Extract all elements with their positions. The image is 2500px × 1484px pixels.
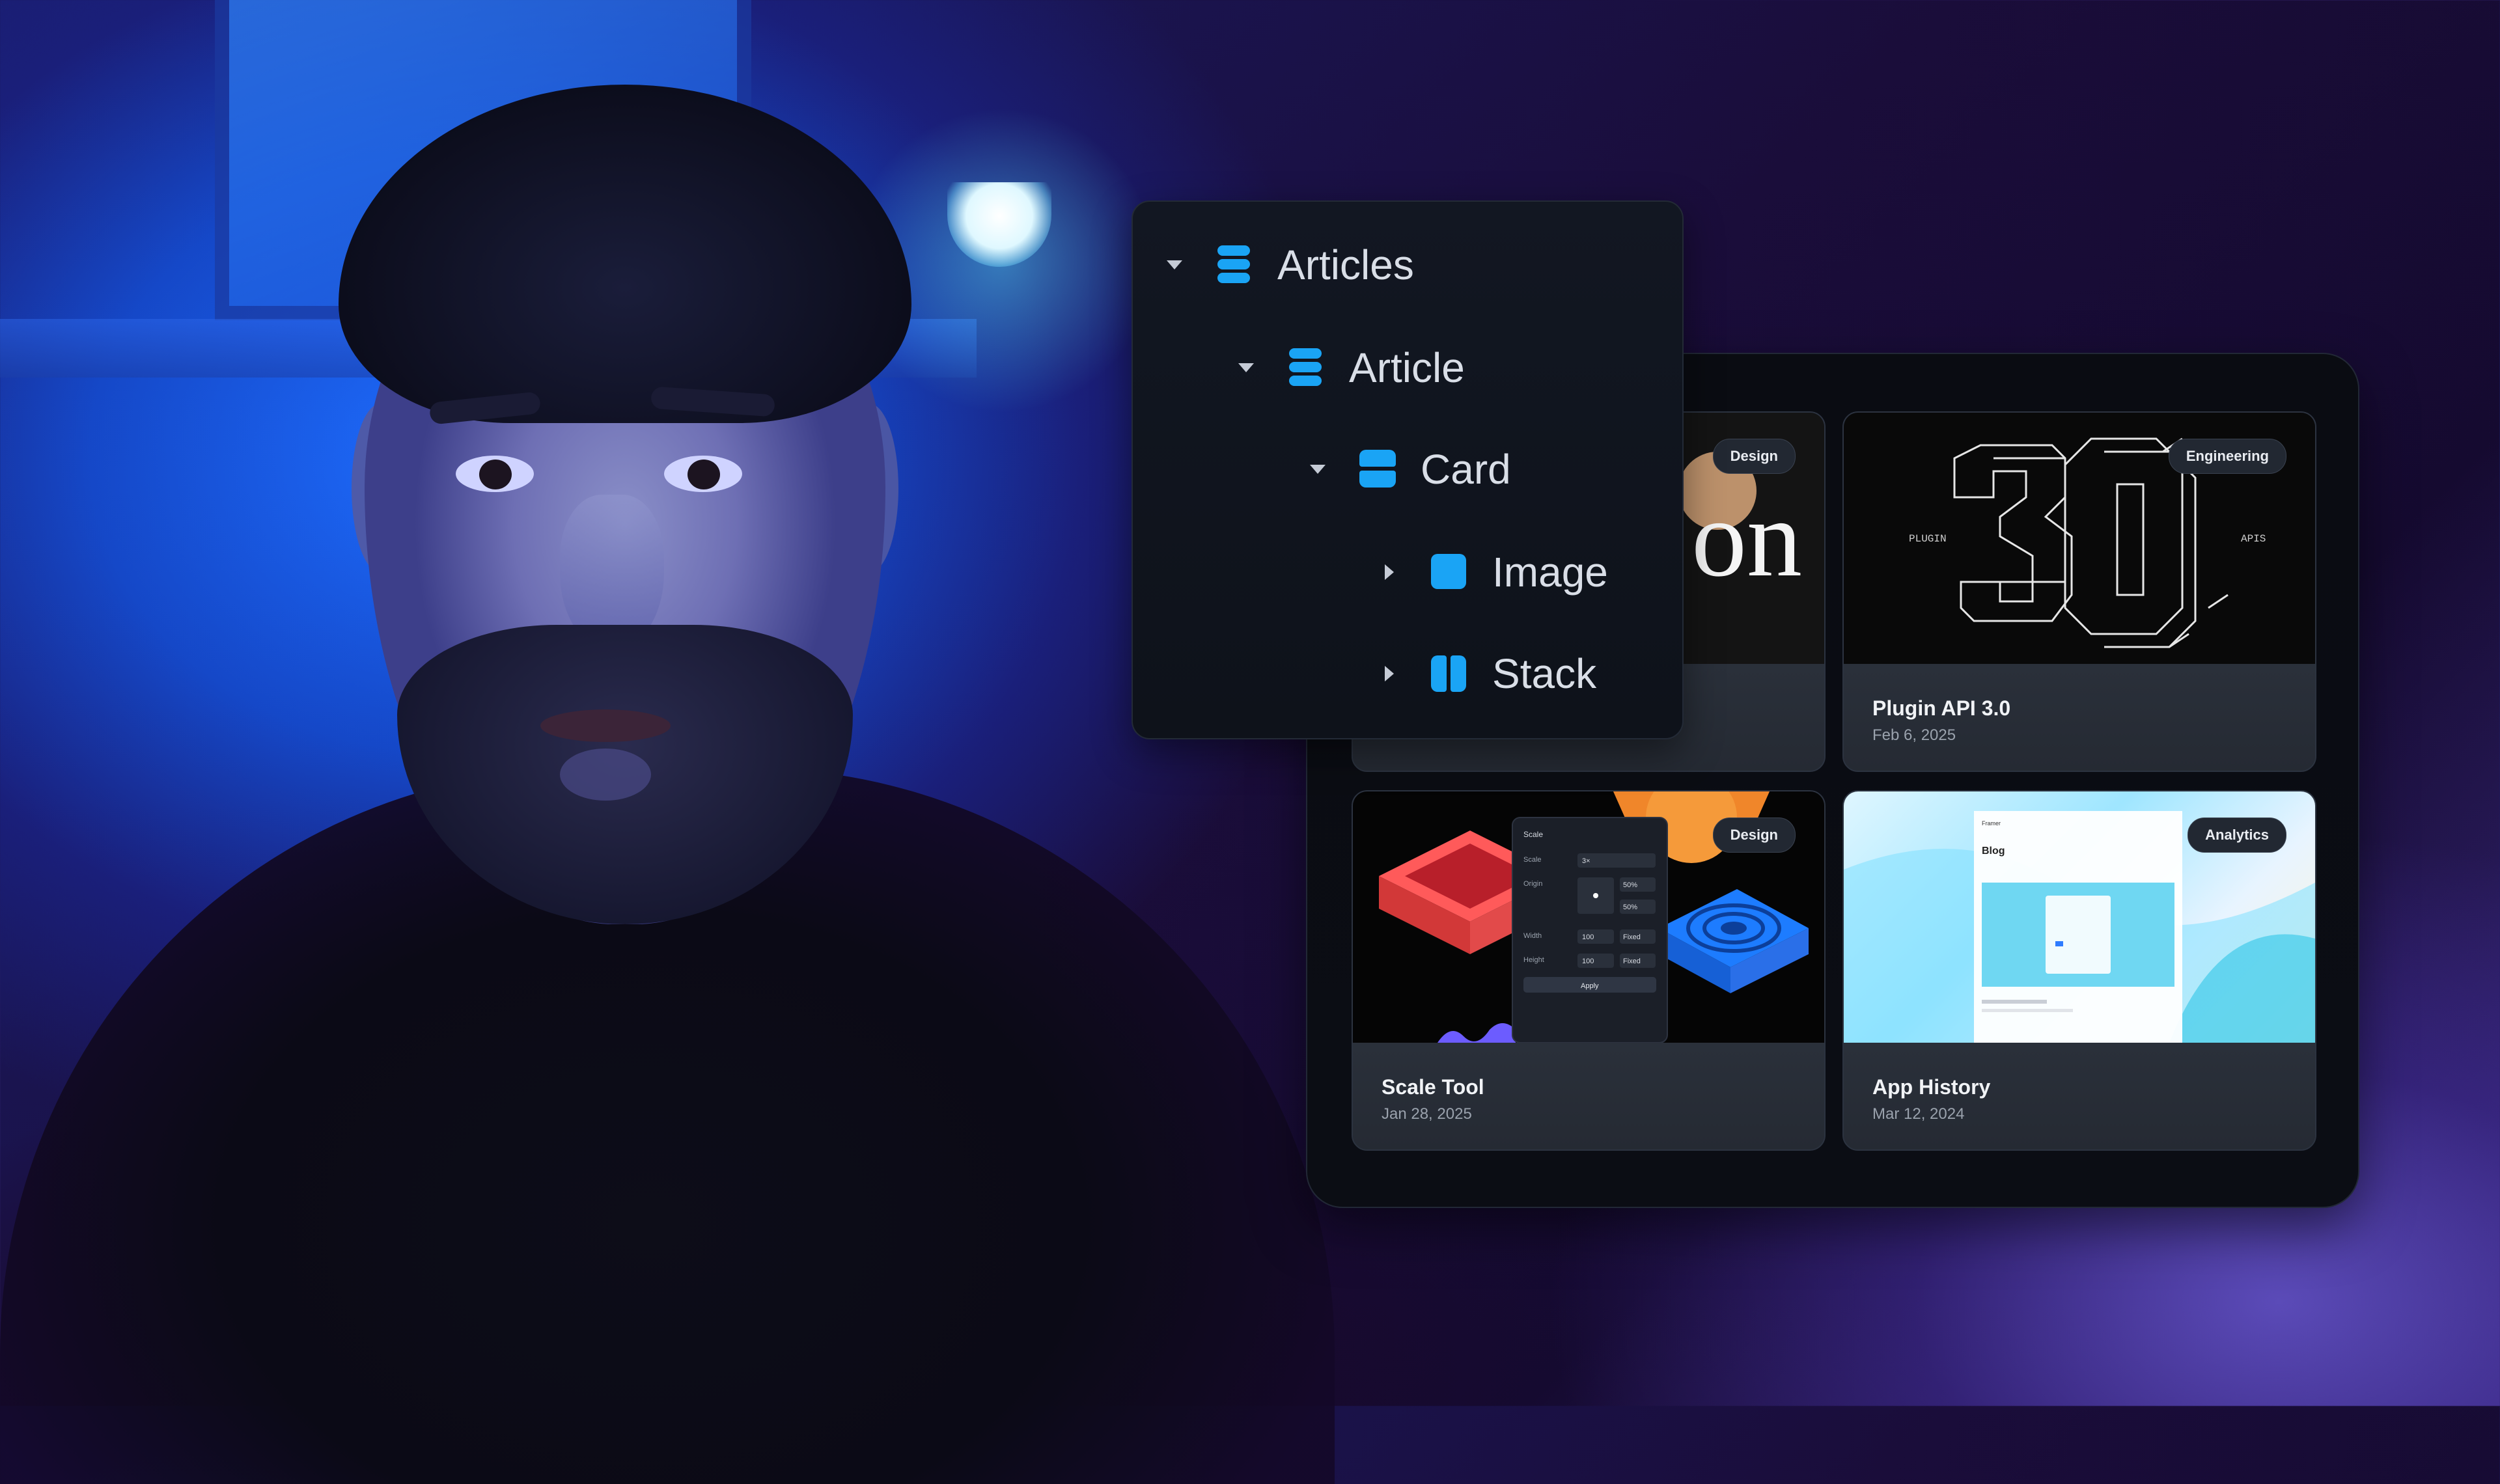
tree-item-article[interactable]: Article [1233, 332, 1465, 404]
layer-tree-panel: Articles Article Card Image Stack [1132, 200, 1684, 739]
thumb-panel-value: 50% [1623, 881, 1637, 889]
thumb-panel-value: Fixed [1623, 957, 1641, 965]
tree-item-card[interactable]: Card [1305, 433, 1511, 505]
tree-item-image[interactable]: Image [1376, 536, 1608, 608]
thumb-label-right: APIS [2241, 533, 2266, 545]
chevron-down-icon[interactable] [1305, 456, 1331, 482]
card-title: Scale Tool [1382, 1075, 1484, 1099]
card-info: Plugin API 3.0 Feb 6, 2025 [1844, 664, 2315, 771]
card-info: App History Mar 12, 2024 [1844, 1043, 2315, 1149]
card-title: Plugin API 3.0 [1872, 696, 2011, 720]
article-card[interactable]: Framer Blog Analytics App History Mar 12… [1842, 790, 2316, 1151]
tree-item-label: Image [1492, 549, 1608, 596]
presenter-pupil-left [479, 460, 512, 489]
card-info: Scale Tool Jan 28, 2025 [1353, 1043, 1824, 1149]
card-date: Feb 6, 2025 [1872, 726, 1956, 744]
presenter-chin [560, 749, 651, 801]
thumb-panel-row: Height [1523, 956, 1544, 964]
thumb-panel-value: 100 [1582, 957, 1594, 965]
database-icon [1216, 245, 1251, 284]
tree-item-stack[interactable]: Stack [1376, 638, 1596, 709]
thumb-panel-row: Width [1523, 932, 1542, 940]
thumb-panel-value: 3× [1582, 857, 1590, 865]
thumb-panel-row: Scale [1523, 856, 1542, 864]
thumb-glyph: on [1691, 477, 1802, 599]
chevron-down-icon[interactable] [1233, 355, 1259, 381]
presenter-hair [339, 85, 911, 423]
card-date: Mar 12, 2024 [1872, 1105, 1965, 1123]
tree-item-label: Stack [1492, 650, 1597, 697]
thumb-brand: Framer [1982, 820, 2001, 827]
tree-item-label: Articles [1277, 241, 1414, 288]
card-thumbnail: Scale Scale 3× Origin 50% 50% Width 100 … [1353, 791, 1824, 1043]
category-badge: Analytics [2188, 818, 2286, 853]
thumb-heading: Blog [1982, 845, 2005, 857]
tree-item-articles[interactable]: Articles [1161, 229, 1414, 301]
category-badge: Design [1712, 439, 1796, 474]
thumb-panel-value: 50% [1623, 903, 1637, 911]
image-icon [1431, 553, 1466, 592]
thumb-label-left: PLUGIN [1909, 533, 1947, 545]
chevron-right-icon[interactable] [1376, 559, 1402, 585]
category-badge: Engineering [2168, 439, 2286, 474]
chevron-right-icon[interactable] [1376, 661, 1402, 687]
article-card[interactable]: Scale Scale 3× Origin 50% 50% Width 100 … [1352, 790, 1826, 1151]
tree-item-label: Article [1349, 344, 1465, 391]
database-icon [1288, 348, 1323, 387]
card-title: App History [1872, 1075, 1991, 1099]
chevron-down-icon[interactable] [1161, 252, 1188, 278]
thumb-panel-row: Origin [1523, 880, 1542, 888]
thumb-panel-value: Fixed [1623, 933, 1641, 941]
article-card[interactable]: PLUGIN APIS Engineering Plugin API 3.0 F… [1842, 411, 2316, 772]
category-badge: Design [1712, 818, 1796, 853]
card-thumbnail: PLUGIN APIS Engineering [1844, 413, 2315, 664]
presenter-mouth [540, 709, 671, 742]
stack-icon [1431, 654, 1466, 693]
presenter-pupil-right [688, 460, 720, 489]
card-icon [1359, 450, 1396, 489]
card-thumbnail: Framer Blog Analytics [1844, 791, 2315, 1043]
thumb-panel-apply: Apply [1581, 982, 1599, 990]
thumb-panel-title: Scale [1523, 830, 1543, 839]
thumb-panel-value: 100 [1582, 933, 1594, 941]
tree-item-label: Card [1421, 446, 1511, 493]
card-date: Jan 28, 2025 [1382, 1105, 1472, 1123]
